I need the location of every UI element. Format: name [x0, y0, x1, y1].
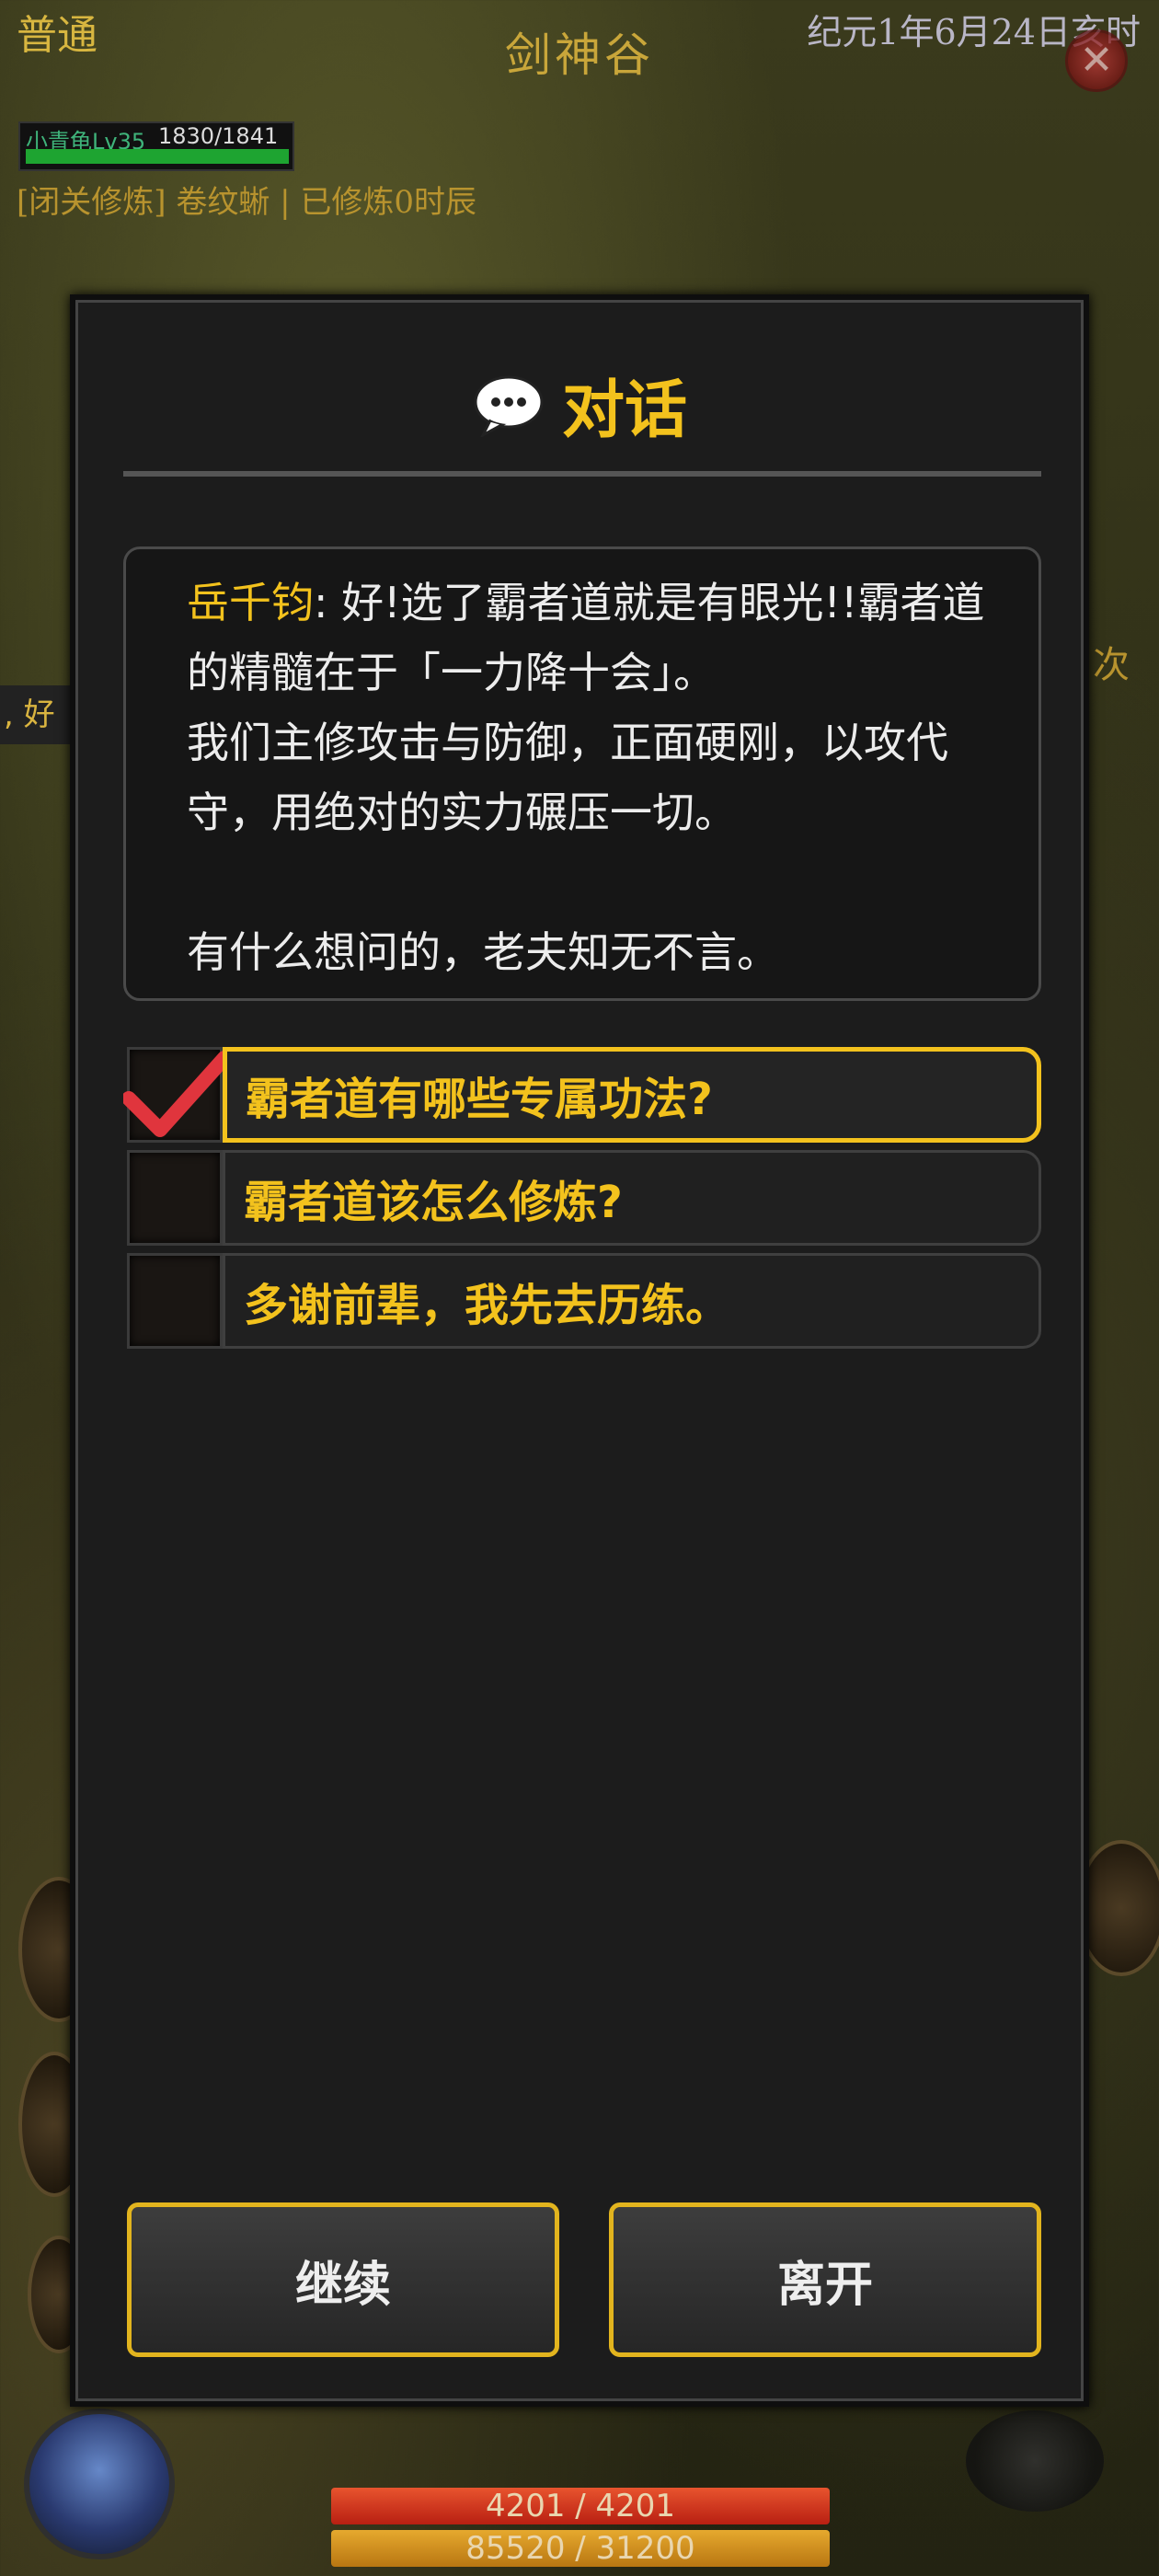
option-label: 多谢前辈，我先去历练。	[244, 1280, 730, 1331]
speech-box: 岳千钧: 好!选了霸者道就是有眼光!!霸者道的精髓在于「一力降十会」。 我们主修…	[123, 546, 1041, 1001]
checkmark-icon	[123, 1051, 230, 1137]
player-hp-text: 1830/1841	[158, 123, 279, 149]
cultivation-status: [闭关修炼] 卷纹蜥 | 已修炼0时辰	[17, 184, 477, 221]
dialog-title: 对话	[75, 359, 1084, 450]
options-list: 霸者道有哪些专属功法? 霸者道该怎么修炼? 多谢前辈，我先去历练。	[123, 1047, 1041, 1356]
option-label: 霸者道有哪些专属功法?	[246, 1074, 713, 1125]
player-status: 小青龟Lv35 1830/1841	[18, 121, 294, 171]
option-checkbox[interactable]	[127, 1253, 223, 1349]
right-side-fragment: 次	[1093, 644, 1130, 686]
avatar[interactable]	[24, 2409, 175, 2559]
player-hp-bar	[26, 149, 289, 164]
joystick-ring[interactable]	[966, 2410, 1104, 2512]
speech-text: 岳千钧: 好!选了霸者道就是有眼光!!霸者道的精髓在于「一力降十会」。 我们主修…	[187, 568, 993, 987]
left-side-fragment: , 好	[0, 685, 70, 744]
option-checkbox[interactable]	[127, 1150, 223, 1246]
speech-message: : 好!选了霸者道就是有眼光!!霸者道的精髓在于「一力降十会」。 我们主修攻击与…	[187, 578, 985, 977]
dialog-panel: 对话 岳千钧: 好!选了霸者道就是有眼光!!霸者道的精髓在于「一力降十会」。 我…	[70, 294, 1089, 2407]
option-item[interactable]: 霸者道该怎么修炼?	[127, 1150, 1041, 1246]
speaker-name: 岳千钧	[187, 578, 314, 627]
title-divider	[123, 471, 1041, 477]
exp-bar: 85520 / 31200	[331, 2530, 830, 2567]
option-body[interactable]: 霸者道该怎么修炼?	[223, 1150, 1041, 1246]
close-button[interactable]: ✕	[1065, 29, 1128, 92]
option-body[interactable]: 霸者道有哪些专属功法?	[223, 1047, 1041, 1143]
leave-button[interactable]: 离开	[609, 2202, 1041, 2357]
hp-bar: 4201 / 4201	[331, 2488, 830, 2524]
top-bar: 普通 剑神谷 纪元1年6月24日亥时	[0, 0, 1159, 82]
option-item[interactable]: 霸者道有哪些专属功法?	[123, 1047, 1041, 1143]
option-label: 霸者道该怎么修炼?	[244, 1177, 623, 1228]
close-icon: ✕	[1079, 37, 1114, 84]
speech-bubble-icon	[474, 375, 544, 437]
option-body[interactable]: 多谢前辈，我先去历练。	[223, 1253, 1041, 1349]
option-item[interactable]: 多谢前辈，我先去历练。	[127, 1253, 1041, 1349]
dialog-title-text: 对话	[561, 374, 687, 447]
continue-button[interactable]: 继续	[127, 2202, 559, 2357]
